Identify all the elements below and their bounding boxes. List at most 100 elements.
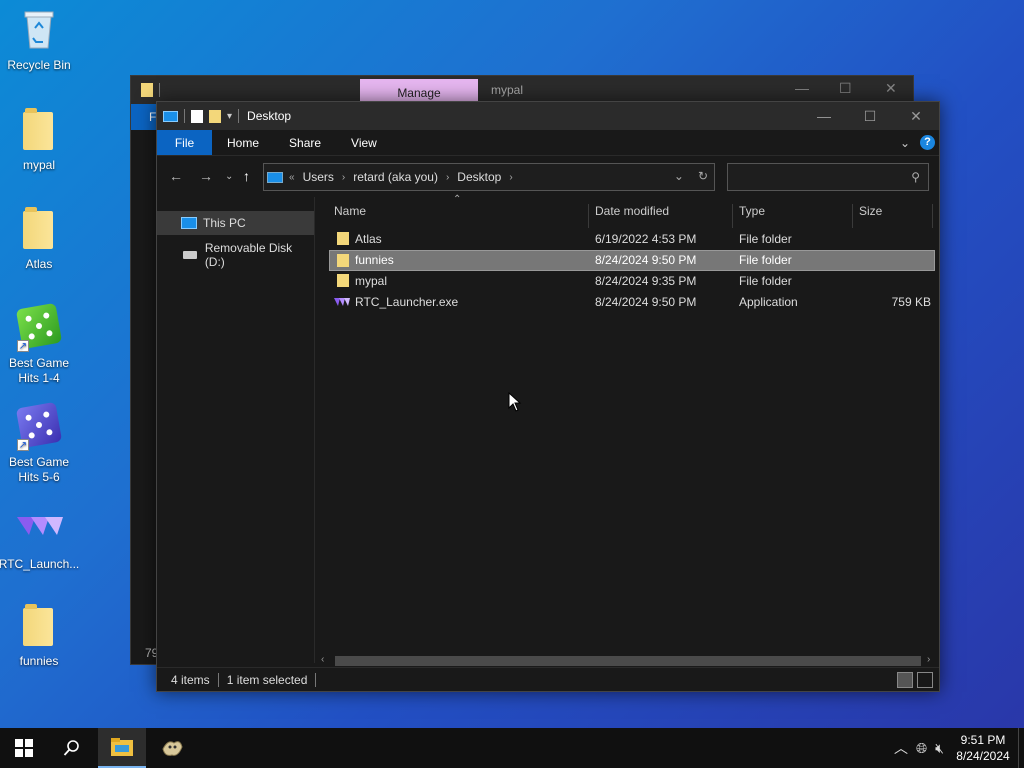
sidebar-item-removable-disk[interactable]: Removable Disk (D:): [157, 241, 314, 269]
forward-button[interactable]: →: [199, 168, 213, 184]
column-separator[interactable]: [852, 204, 853, 228]
item-count: 4 items: [171, 672, 210, 687]
table-row[interactable]: Atlas 6/19/2022 4:53 PM File folder: [329, 229, 935, 250]
folder-icon: [15, 106, 63, 154]
chevron-up-icon[interactable]: ︿: [894, 738, 908, 758]
start-button[interactable]: [0, 728, 48, 768]
column-separator[interactable]: [732, 204, 733, 228]
column-separator[interactable]: [932, 204, 933, 228]
recent-locations-icon[interactable]: ⌄: [225, 171, 233, 182]
address-bar[interactable]: « Users › retard (aka you) › Desktop › ⌄…: [263, 163, 715, 191]
help-icon[interactable]: ?: [920, 135, 935, 150]
back-button[interactable]: ←: [169, 168, 183, 184]
separator: [184, 109, 185, 123]
desktop-icon-best-game-hits-1-4[interactable]: ↗ Best Game Hits 1-4: [0, 302, 78, 386]
column-header-type[interactable]: Type: [739, 204, 765, 218]
sidebar-item-label: This PC: [203, 216, 246, 230]
column-separator[interactable]: [588, 204, 589, 228]
mouse-cursor-icon: [508, 392, 522, 412]
maximize-button[interactable]: ☐: [839, 80, 852, 97]
sort-ascending-icon: ⌃: [453, 194, 462, 205]
column-header-size[interactable]: Size: [859, 204, 882, 218]
ribbon: File Home Share View ⌄ ?: [157, 130, 939, 156]
sidebar-item-this-pc[interactable]: This PC: [157, 211, 314, 235]
column-header-name[interactable]: Name: [334, 204, 366, 218]
scroll-left-icon[interactable]: ‹: [321, 654, 324, 665]
network-globe-icon[interactable]: 🌐︎: [916, 740, 927, 757]
folder-icon: [337, 232, 349, 245]
volume-muted-icon[interactable]: 🔇︎: [935, 740, 944, 757]
app-icon: [162, 741, 183, 756]
minimize-button[interactable]: —: [801, 102, 847, 130]
search-icon[interactable]: ⚲: [911, 170, 920, 184]
breadcrumb-overflow[interactable]: «: [289, 172, 295, 183]
desktop-icon-funnies[interactable]: funnies: [0, 602, 78, 669]
breadcrumb-users[interactable]: Users: [303, 170, 334, 184]
file-name: RTC_Launcher.exe: [355, 295, 459, 309]
system-tray: ︿ 🌐︎ 🔇︎ 9:51 PM 8/24/2024: [890, 728, 1024, 768]
scrollbar-thumb[interactable]: [335, 656, 921, 666]
up-button[interactable]: ↑: [243, 168, 250, 184]
folder-icon: [337, 254, 349, 267]
chevron-down-icon[interactable]: ⌄: [674, 169, 684, 183]
titlebar[interactable]: ▾ Desktop — ☐ ✕: [157, 102, 939, 130]
tab-file[interactable]: File: [157, 130, 212, 155]
search-input[interactable]: [728, 164, 898, 190]
tab-share[interactable]: Share: [274, 130, 336, 155]
new-folder-icon[interactable]: [209, 109, 221, 123]
expand-ribbon-icon[interactable]: ⌄: [900, 136, 910, 150]
table-row[interactable]: funnies 8/24/2024 9:50 PM File folder: [329, 250, 935, 271]
table-row[interactable]: RTC_Launcher.exe 8/24/2024 9:50 PM Appli…: [329, 292, 935, 313]
show-desktop-button[interactable]: [1018, 728, 1024, 768]
file-date: 8/24/2024 9:50 PM: [595, 295, 697, 309]
refresh-icon[interactable]: ↻: [698, 169, 708, 183]
tab-view[interactable]: View: [336, 130, 392, 155]
file-date: 8/24/2024 9:35 PM: [595, 274, 697, 288]
recycle-bin-icon: [15, 6, 63, 54]
desktop-icon-atlas[interactable]: Atlas: [0, 205, 78, 272]
desktop-icon-label: RTC_Launch...: [0, 557, 80, 571]
breadcrumb-desktop[interactable]: Desktop: [457, 170, 501, 184]
customize-toolbar-icon[interactable]: ▾: [227, 111, 232, 122]
large-icons-view-icon[interactable]: [917, 672, 933, 688]
close-button[interactable]: ✕: [885, 80, 897, 97]
clock[interactable]: 9:51 PM 8/24/2024: [948, 732, 1018, 764]
desktop-icon-label: Best Game Hits 5-6: [8, 455, 70, 484]
desktop-icon-rtc-launcher[interactable]: RTC_Launch...: [0, 505, 80, 572]
file-tab[interactable]: F: [131, 104, 157, 130]
details-view-icon[interactable]: [897, 672, 913, 688]
clock-time: 9:51 PM: [960, 733, 1006, 747]
horizontal-scrollbar[interactable]: ‹ ›: [317, 654, 937, 668]
explorer-window[interactable]: ▾ Desktop — ☐ ✕ File Home Share View ⌄ ?…: [156, 101, 940, 692]
chevron-right-icon[interactable]: ›: [446, 172, 449, 183]
close-button[interactable]: ✕: [893, 102, 939, 130]
desktop-icon-label: funnies: [19, 654, 59, 668]
search-box[interactable]: ⚲: [727, 163, 929, 191]
taskbar: ︿ 🌐︎ 🔇︎ 9:51 PM 8/24/2024: [0, 728, 1024, 768]
desktop-icon-label: Best Game Hits 1-4: [8, 356, 70, 385]
chevron-right-icon[interactable]: ›: [509, 172, 512, 183]
table-row[interactable]: mypal 8/24/2024 9:35 PM File folder: [329, 271, 935, 292]
selection-count: 1 item selected: [226, 672, 308, 687]
taskbar-file-explorer[interactable]: [98, 728, 146, 768]
column-header-date-modified[interactable]: Date modified: [595, 204, 669, 218]
file-type: File folder: [739, 232, 792, 246]
taskbar-app[interactable]: [148, 728, 196, 768]
desktop-icon-best-game-hits-5-6[interactable]: ↗ Best Game Hits 5-6: [0, 401, 78, 485]
breadcrumb-user[interactable]: retard (aka you): [353, 170, 438, 184]
desktop-icon-label: Recycle Bin: [7, 58, 71, 72]
column-headers: Name ⌃ Date modified Type Size: [329, 194, 935, 228]
scroll-right-icon[interactable]: ›: [927, 654, 930, 665]
search-button[interactable]: [48, 728, 96, 768]
desktop-icon-recycle-bin[interactable]: Recycle Bin: [0, 6, 78, 73]
minimize-button[interactable]: —: [795, 80, 809, 96]
shortcut-arrow-icon: ↗: [17, 439, 29, 451]
file-date: 8/24/2024 9:50 PM: [595, 253, 697, 267]
properties-icon[interactable]: [191, 109, 203, 123]
titlebar[interactable]: Manage mypal — ☐ ✕: [131, 76, 913, 104]
tab-home[interactable]: Home: [212, 130, 274, 155]
maximize-button[interactable]: ☐: [847, 102, 893, 130]
chevron-right-icon[interactable]: ›: [342, 172, 345, 183]
desktop-icon-mypal[interactable]: mypal: [0, 106, 78, 173]
file-type: File folder: [739, 274, 792, 288]
